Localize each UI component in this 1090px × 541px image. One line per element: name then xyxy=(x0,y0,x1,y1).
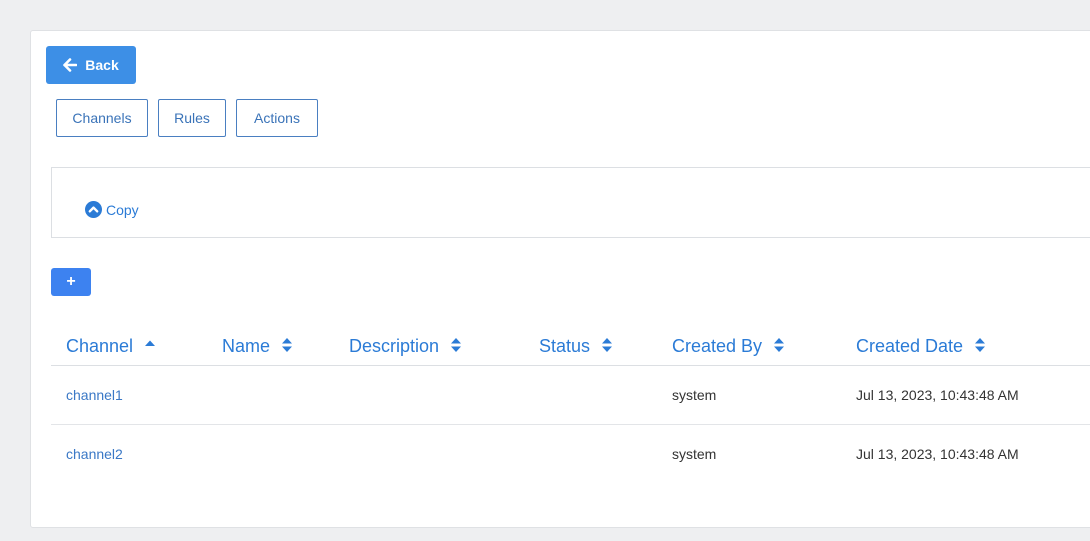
column-header-status[interactable]: Status xyxy=(524,327,657,366)
status-cell xyxy=(524,365,657,425)
back-button-label: Back xyxy=(85,57,119,73)
copy-label: Copy xyxy=(106,201,139,218)
plus-icon: + xyxy=(66,273,76,290)
tab-actions[interactable]: Actions xyxy=(236,99,318,137)
created-by-cell: system xyxy=(657,365,841,425)
table-header-row: Channel Name Description Status Created … xyxy=(51,327,1090,366)
chevron-circle-up-icon xyxy=(85,201,102,218)
status-cell xyxy=(524,425,657,484)
sort-icon xyxy=(975,337,986,352)
tab-channels[interactable]: Channels xyxy=(56,99,148,137)
column-header-created-by[interactable]: Created By xyxy=(657,327,841,366)
channel-link[interactable]: channel2 xyxy=(51,425,207,484)
created-by-cell: system xyxy=(672,446,717,462)
back-button[interactable]: Back xyxy=(46,46,136,84)
sort-icon xyxy=(602,337,613,352)
channels-table: Channel Name Description Status Created … xyxy=(51,327,1090,483)
column-header-description[interactable]: Description xyxy=(334,327,524,366)
table-row[interactable]: channel1 system Jul 13, 2023, 10:43:48 A… xyxy=(51,365,1090,425)
created-date-cell: Jul 13, 2023, 10:43:48 AM xyxy=(841,365,1090,425)
tab-rules[interactable]: Rules xyxy=(158,99,226,137)
description-cell xyxy=(334,365,524,425)
arrow-left-icon xyxy=(63,58,78,72)
table-row[interactable]: channel2 system Jul 13, 2023, 10:43:48 A… xyxy=(51,425,1090,484)
description-cell xyxy=(334,425,524,484)
column-header-name[interactable]: Name xyxy=(207,327,334,366)
tab-bar: Channels Rules Actions xyxy=(56,99,318,137)
copy-toggle[interactable]: Copy xyxy=(85,201,139,218)
channel-link[interactable]: channel1 xyxy=(51,365,207,425)
copy-panel: Copy xyxy=(51,167,1090,238)
sort-icon xyxy=(451,337,462,352)
sort-icon xyxy=(774,337,785,352)
name-cell xyxy=(207,365,334,425)
column-header-created-date[interactable]: Created Date xyxy=(841,327,1090,366)
sort-icon xyxy=(282,337,293,352)
created-date-cell: Jul 13, 2023, 10:43:48 AM xyxy=(856,446,1019,462)
sort-ascending-icon xyxy=(145,340,156,346)
name-cell xyxy=(207,425,334,484)
main-card: Back Channels Rules Actions Copy + Chann… xyxy=(30,30,1090,528)
column-header-channel[interactable]: Channel xyxy=(51,327,207,366)
add-channel-button[interactable]: + xyxy=(51,268,91,296)
